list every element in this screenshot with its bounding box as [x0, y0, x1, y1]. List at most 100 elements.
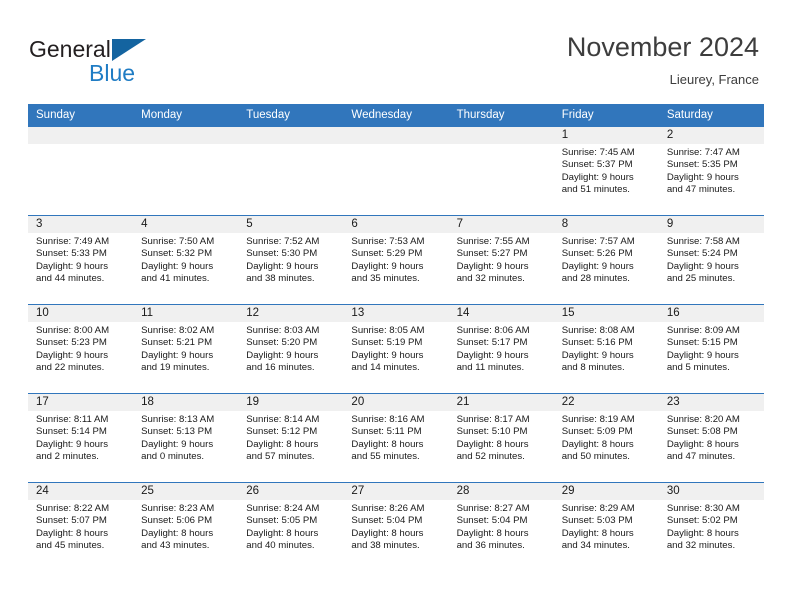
logo-text-blue: Blue: [89, 60, 136, 86]
daylight-text-line1: Daylight: 8 hours: [246, 438, 319, 450]
day-number: 22: [553, 394, 659, 411]
day-cell[interactable]: 26 Sunrise: 8:24 AM Sunset: 5:05 PM Dayligh…: [238, 482, 344, 571]
day-cell[interactable]: 10 Sunrise: 8:00 AM Sunset: 5:23 PM Dayligh…: [28, 304, 134, 394]
day-number: 20: [343, 394, 449, 411]
day-number: [238, 127, 344, 144]
day-cell[interactable]: 1 Sunrise: 7:45 AM Sunset: 5:37 PM Dayli…: [553, 126, 659, 216]
day-cell[interactable]: 21 Sunrise: 8:17 AM Sunset: 5:10 PM Dayligh…: [448, 393, 554, 483]
sunrise-text: Sunrise: 7:55 AM: [456, 236, 530, 247]
day-cell[interactable]: 20 Sunrise: 8:16 AM Sunset: 5:11 PM Dayligh…: [343, 393, 449, 483]
daylight-text-line2: and 38 minutes.: [351, 540, 420, 552]
day-cell[interactable]: 14 Sunrise: 8:06 AM Sunset: 5:17 PM Dayligh…: [448, 304, 554, 394]
sunset-text: Sunset: 5:19 PM: [351, 337, 423, 349]
sunrise-text: Sunrise: 8:17 AM: [456, 414, 530, 425]
daylight-text-line1: Daylight: 9 hours: [561, 171, 634, 183]
calendar-body: 1 Sunrise: 7:45 AM Sunset: 5:37 PM Dayli…: [28, 126, 764, 571]
day-number: 6: [343, 216, 449, 233]
day-cell[interactable]: 12 Sunrise: 8:03 AM Sunset: 5:20 PM Dayligh…: [238, 304, 344, 394]
day-cell[interactable]: 23 Sunrise: 8:20 AM Sunset: 5:08 PM Dayligh…: [658, 393, 764, 483]
day-cell[interactable]: 2 Sunrise: 7:47 AM Sunset: 5:35 PM Dayli…: [658, 126, 764, 216]
day-cell[interactable]: 7 Sunrise: 7:55 AM Sunset: 5:27 PM Daylight…: [448, 215, 554, 305]
daylight-text-line2: and 5 minutes.: [666, 362, 730, 374]
logo-bottom-row: Blue: [29, 61, 209, 85]
sunset-text: Sunset: 5:04 PM: [456, 515, 528, 527]
sunrise-text: Sunrise: 7:45 AM: [561, 147, 635, 158]
day-details: Sunrise: 8:14 AM Sunset: 5:12 PM Daylight:…: [238, 411, 343, 464]
day-cell[interactable]: 30 Sunrise: 8:30 AM Sunset: 5:02 PM Dayligh…: [658, 482, 764, 571]
day-cell[interactable]: 16 Sunrise: 8:09 AM Sunset: 5:15 PM Dayligh…: [658, 304, 764, 394]
daylight-text-line2: and 22 minutes.: [36, 362, 105, 374]
day-cell[interactable]: 9 Sunrise: 7:58 AM Sunset: 5:24 PM Daylight…: [658, 215, 764, 305]
day-cell[interactable]: 25 Sunrise: 8:23 AM Sunset: 5:06 PM Dayligh…: [133, 482, 239, 571]
day-details: Sunrise: 7:52 AM Sunset: 5:30 PM Daylight:…: [238, 233, 343, 286]
day-cell[interactable]: 13 Sunrise: 8:05 AM Sunset: 5:19 PM Dayligh…: [343, 304, 449, 394]
sunrise-text: Sunrise: 8:19 AM: [561, 414, 635, 425]
sunset-text: Sunset: 5:33 PM: [36, 248, 107, 260]
day-cell-empty: [28, 126, 134, 216]
sunrise-text: Sunrise: 8:24 AM: [246, 503, 320, 514]
sunrise-text: Sunrise: 8:06 AM: [456, 325, 530, 336]
day-details: Sunrise: 8:23 AM Sunset: 5:06 PM Daylight:…: [133, 500, 238, 553]
day-cell-empty: [343, 126, 449, 216]
day-cell[interactable]: 5 Sunrise: 7:52 AM Sunset: 5:30 PM Daylight…: [238, 215, 344, 305]
day-number: 28: [448, 483, 554, 500]
week-row: 1 Sunrise: 7:45 AM Sunset: 5:37 PM Dayli…: [28, 126, 764, 216]
daylight-text-line1: Daylight: 8 hours: [351, 527, 424, 539]
day-number: 26: [238, 483, 344, 500]
day-number: 4: [133, 216, 239, 233]
day-details: Sunrise: 7:55 AM Sunset: 5:27 PM Daylight:…: [449, 233, 554, 286]
daylight-text-line1: Daylight: 9 hours: [246, 349, 319, 361]
sunset-text: Sunset: 5:05 PM: [246, 515, 318, 527]
daylight-text-line1: Daylight: 9 hours: [141, 349, 214, 361]
sunrise-text: Sunrise: 8:27 AM: [456, 503, 530, 514]
day-details: Sunrise: 8:17 AM Sunset: 5:10 PM Daylight:…: [449, 411, 554, 464]
daylight-text-line2: and 34 minutes.: [561, 540, 630, 552]
day-cell[interactable]: 3 Sunrise: 7:49 AM Sunset: 5:33 PM Daylight…: [28, 215, 134, 305]
day-cell[interactable]: 17 Sunrise: 8:11 AM Sunset: 5:14 PM Dayligh…: [28, 393, 134, 483]
day-cell[interactable]: 28 Sunrise: 8:27 AM Sunset: 5:04 PM Dayligh…: [448, 482, 554, 571]
sunset-text: Sunset: 5:35 PM: [666, 159, 738, 171]
logo-top-row: General: [29, 36, 209, 62]
sunset-text: Sunset: 5:14 PM: [36, 426, 107, 438]
day-cell[interactable]: 24 Sunrise: 8:22 AM Sunset: 5:07 PM Dayligh…: [28, 482, 134, 571]
day-cell[interactable]: 19 Sunrise: 8:14 AM Sunset: 5:12 PM Dayligh…: [238, 393, 344, 483]
sunrise-text: Sunrise: 8:16 AM: [351, 414, 425, 425]
day-cell[interactable]: 22 Sunrise: 8:19 AM Sunset: 5:09 PM Dayligh…: [553, 393, 659, 483]
day-number: 2: [658, 127, 764, 144]
day-cell[interactable]: 29 Sunrise: 8:29 AM Sunset: 5:03 PM Dayligh…: [553, 482, 659, 571]
sunrise-text: Sunrise: 7:53 AM: [351, 236, 425, 247]
day-number: 17: [28, 394, 134, 411]
day-cell[interactable]: 8 Sunrise: 7:57 AM Sunset: 5:26 PM Daylight…: [553, 215, 659, 305]
day-cell[interactable]: 4 Sunrise: 7:50 AM Sunset: 5:32 PM Daylight…: [133, 215, 239, 305]
sunrise-text: Sunrise: 7:57 AM: [561, 236, 635, 247]
daylight-text-line2: and 32 minutes.: [666, 540, 736, 552]
general-blue-logo[interactable]: General Blue: [29, 36, 209, 85]
sunset-text: Sunset: 5:08 PM: [666, 426, 738, 438]
sunset-text: Sunset: 5:23 PM: [36, 337, 107, 349]
sunrise-text: Sunrise: 7:47 AM: [666, 147, 740, 158]
day-cell-empty: [238, 126, 344, 216]
day-details: Sunrise: 8:03 AM Sunset: 5:20 PM Daylight:…: [238, 322, 343, 375]
day-cell[interactable]: 6 Sunrise: 7:53 AM Sunset: 5:29 PM Daylight…: [343, 215, 449, 305]
day-number: 14: [448, 305, 554, 322]
logo-text-general: General: [29, 36, 111, 62]
day-number: [343, 127, 449, 144]
day-details: Sunrise: 7:58 AM Sunset: 5:24 PM Daylight:…: [659, 233, 764, 286]
daylight-text-line2: and 47 minutes.: [666, 184, 736, 196]
daylight-text-line1: Daylight: 9 hours: [141, 260, 214, 272]
day-number: 18: [133, 394, 239, 411]
weekday-header-thursday: Thursday: [448, 104, 554, 127]
day-details: Sunrise: 7:50 AM Sunset: 5:32 PM Daylight:…: [133, 233, 238, 286]
day-details: Sunrise: 8:11 AM Sunset: 5:14 PM Daylight:…: [28, 411, 133, 464]
daylight-text-line1: Daylight: 8 hours: [141, 527, 214, 539]
day-cell[interactable]: 11 Sunrise: 8:02 AM Sunset: 5:21 PM Dayligh…: [133, 304, 239, 394]
day-cell[interactable]: 27 Sunrise: 8:26 AM Sunset: 5:04 PM Dayligh…: [343, 482, 449, 571]
daylight-text-line1: Daylight: 8 hours: [456, 527, 529, 539]
day-cell[interactable]: 15 Sunrise: 8:08 AM Sunset: 5:16 PM Dayligh…: [553, 304, 659, 394]
sunrise-text: Sunrise: 8:11 AM: [36, 414, 109, 425]
day-cell[interactable]: 18 Sunrise: 8:13 AM Sunset: 5:13 PM Dayligh…: [133, 393, 239, 483]
sunrise-text: Sunrise: 8:08 AM: [561, 325, 635, 336]
sunset-text: Sunset: 5:07 PM: [36, 515, 107, 527]
daylight-text-line2: and 51 minutes.: [561, 184, 630, 196]
day-details: Sunrise: 8:27 AM Sunset: 5:04 PM Daylight:…: [449, 500, 554, 553]
